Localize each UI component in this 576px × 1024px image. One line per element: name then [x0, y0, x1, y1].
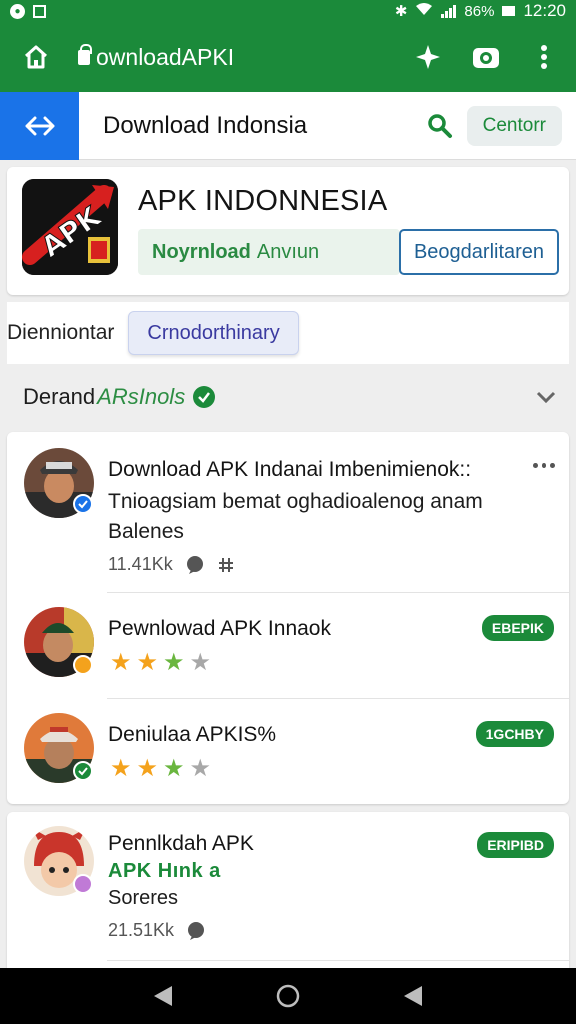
star-icon: ★: [136, 649, 159, 676]
battery-level: 86%: [464, 2, 495, 20]
signal-icon: [441, 4, 457, 18]
nav-back-button[interactable]: [141, 974, 185, 1018]
star-icon: ★: [189, 649, 212, 676]
gallery-icon: [33, 4, 46, 18]
nav-home-button[interactable]: [266, 974, 310, 1018]
item-title: Deniulaa APKIS%: [108, 723, 277, 746]
app-bar: ownloadAPKI: [0, 22, 576, 92]
star-icon: ★: [163, 649, 185, 676]
download-chip-rest: Anvıun: [256, 240, 320, 263]
results-card: Download APK Indanai Imbenimienok:: Tnio…: [7, 432, 569, 804]
app-card: APK APK INDONNESIA Noyrnload Anvıun Beog…: [7, 167, 569, 295]
status-bar: ● ✱ 86% 12:20: [0, 0, 576, 22]
tab-crnodorthinary[interactable]: Crnodorthinary: [128, 311, 299, 355]
star-icon: ★: [110, 649, 132, 676]
camera-button[interactable]: [464, 35, 508, 79]
star-icon: ★: [110, 755, 132, 782]
puzzle-icon: [416, 45, 440, 69]
swap-arrows-icon: [25, 116, 54, 135]
badge-icon: [73, 874, 93, 894]
chat-icon: [188, 921, 205, 940]
camera-icon: [473, 48, 499, 68]
section-title: Derand: [23, 384, 96, 409]
list-item[interactable]: Download APK Indanai Imbenimienok:: Tnio…: [7, 432, 569, 592]
download-chip-bold: Noyrnload: [152, 240, 251, 263]
status-badge: ERIPIBD: [477, 832, 554, 858]
search-row: Download Indonsia Centorr: [0, 91, 576, 160]
star-icon: ★: [163, 755, 185, 782]
search-query[interactable]: Download Indonsia: [103, 112, 307, 140]
rating-stars: ★ ★ ★ ★: [110, 757, 211, 781]
item-subtitle: Tnioagsiam bemat oghadioalenog anam: [108, 490, 483, 513]
chat-icon: [186, 555, 203, 574]
verified-badge-icon: [73, 494, 93, 514]
search-button[interactable]: [417, 104, 461, 148]
verified-icon: [193, 386, 216, 408]
center-button[interactable]: Centorr: [466, 105, 562, 146]
emoji-badge-icon: [73, 655, 93, 675]
item-subtitle-2: Balenes: [108, 520, 184, 543]
extensions-button[interactable]: [406, 35, 450, 79]
search-icon: [427, 113, 452, 138]
home-button[interactable]: [8, 29, 64, 85]
rating-stars: ★ ★ ★ ★: [110, 651, 211, 675]
list-item[interactable]: Pewnlowad APK Innaok EBEPIK ★ ★ ★ ★: [7, 593, 569, 698]
notification-icon: ●: [10, 3, 25, 19]
star-icon: ★: [136, 755, 159, 782]
lock-icon: [78, 43, 92, 65]
list-item[interactable]: Pennlkdah APK ERIPIBD APK Hınk a Soreres…: [7, 812, 569, 968]
recents-triangle-icon: [404, 986, 423, 1006]
results-card: Pennlkdah APK ERIPIBD APK Hınk a Soreres…: [7, 812, 569, 968]
home-circle-icon: [276, 984, 300, 1008]
item-title: Download APK Indanai Imbenimienok::: [108, 458, 472, 481]
download-chip[interactable]: Noyrnload Anvıun: [138, 229, 400, 275]
tabs-row: Dienniontar Crnodorthinary: [7, 302, 569, 364]
overflow-menu-button[interactable]: [522, 35, 566, 79]
item-meta: 11.41Kk: [108, 554, 173, 574]
app-bar-title: ownloadAPKI: [96, 43, 235, 70]
battery-icon: [502, 6, 516, 16]
section-title-green: ARsInols: [97, 384, 186, 409]
nav-recents-button[interactable]: [391, 974, 435, 1018]
clock: 12:20: [523, 1, 566, 20]
item-title: Pewnlowad APK Innaok: [108, 617, 331, 640]
register-button[interactable]: Beogdarlitaren: [399, 229, 559, 275]
item-green-label: APK Hınk a: [108, 860, 221, 882]
tab-dienniontar[interactable]: Dienniontar: [7, 321, 114, 345]
status-badge: 1GCHBY: [475, 721, 554, 747]
status-badge: EBEPIK: [481, 615, 554, 641]
back-button[interactable]: [0, 91, 79, 160]
app-icon[interactable]: APK: [22, 179, 118, 275]
star-icon: ★: [189, 755, 212, 782]
check-badge-icon: [73, 761, 93, 781]
chevron-down-icon[interactable]: [534, 385, 558, 409]
app-name: APK INDONNESIA: [138, 185, 388, 217]
item-title: Pennlkdah APK: [108, 832, 254, 855]
more-vert-icon: [541, 45, 547, 69]
system-nav-bar: [0, 968, 576, 1024]
item-meta: 21.51Kk: [108, 920, 175, 940]
list-item[interactable]: Deniulaa APKIS% 1GCHBY ★ ★ ★ ★: [7, 699, 569, 804]
hashtag-icon: [218, 557, 233, 572]
bluetooth-icon: ✱: [394, 3, 408, 20]
item-subtitle: Soreres: [108, 887, 179, 909]
wifi-icon: [415, 2, 433, 20]
back-triangle-icon: [153, 986, 172, 1006]
home-icon: [24, 45, 48, 69]
more-horiz-icon[interactable]: [533, 460, 556, 470]
section-header[interactable]: Derand ARsInols: [0, 372, 576, 422]
